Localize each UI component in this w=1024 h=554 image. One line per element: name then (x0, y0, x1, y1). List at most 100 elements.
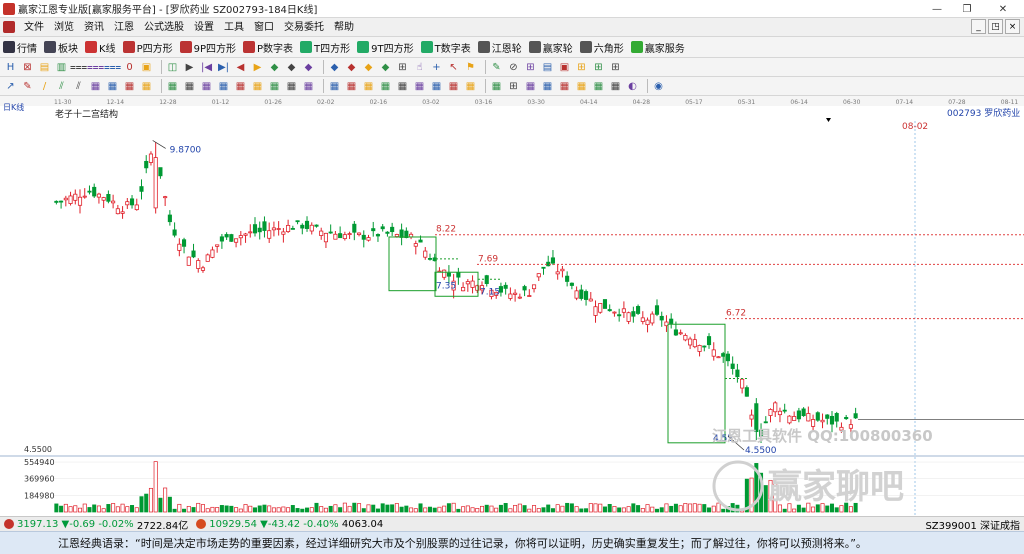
tool-icon[interactable]: ▦ (328, 80, 341, 93)
kline-chart[interactable]: 11-30 12-14 12-28 01-12 01-26 02-02 02-16 03-02… (0, 96, 1024, 516)
tool-icon[interactable]: ▦ (464, 80, 477, 93)
menu-settings[interactable]: 设置 (189, 18, 219, 37)
tool-icon[interactable]: ⊠ (21, 61, 34, 74)
minimize-button[interactable]: — (922, 0, 952, 18)
tool-icon[interactable]: ⊞ (524, 61, 537, 74)
tool-icon[interactable]: ◆ (268, 61, 281, 74)
tool-icon[interactable]: ◆ (379, 61, 392, 74)
tool-icon[interactable]: ◉ (652, 80, 665, 93)
tool-icon[interactable]: ⊞ (592, 61, 605, 74)
tool-icon[interactable]: ↗ (4, 80, 17, 93)
tool-icon[interactable]: ◆ (302, 61, 315, 74)
tool-icon[interactable]: ↖ (447, 61, 460, 74)
close-button[interactable]: ✕ (982, 0, 1024, 18)
tool-icon[interactable]: ◆ (345, 61, 358, 74)
tool-icon[interactable]: ☝ (413, 61, 426, 74)
tool-icon[interactable]: 0 (123, 61, 136, 74)
menu-help[interactable]: 帮助 (329, 18, 359, 37)
tool-icon[interactable]: ▦ (285, 80, 298, 93)
tool-icon[interactable]: ⊞ (609, 61, 622, 74)
tool-icon[interactable]: ⊞ (575, 61, 588, 74)
mdi-close-button[interactable]: × (1005, 19, 1020, 34)
tool-icon[interactable]: ▣ (558, 61, 571, 74)
toolbar-item-3[interactable]: P四方形 (122, 40, 173, 55)
tool-icon[interactable]: ✎ (490, 61, 503, 74)
tool-icon[interactable]: ⚑ (464, 61, 477, 74)
tool-icon[interactable]: ◫ (166, 61, 179, 74)
tool-icon[interactable]: ▦ (609, 80, 622, 93)
tool-icon[interactable]: ▦ (558, 80, 571, 93)
tool-icon[interactable]: ▦ (166, 80, 179, 93)
tool-icon[interactable]: H (4, 61, 17, 74)
menu-trade[interactable]: 交易委托 (279, 18, 329, 37)
tool-icon[interactable]: ▦ (217, 80, 230, 93)
toolbar-item-2[interactable]: K线 (85, 40, 116, 55)
tool-icon[interactable]: ⊘ (507, 61, 520, 74)
tool-icon[interactable]: ◆ (328, 61, 341, 74)
tool-icon[interactable]: ▤ (38, 61, 51, 74)
tool-icon[interactable]: ▦ (183, 80, 196, 93)
tool-icon[interactable]: ▦ (123, 80, 136, 93)
tool-icon[interactable]: ⩶ (87, 61, 104, 74)
toolbar-item-6[interactable]: T四方形 (300, 40, 350, 55)
tool-icon[interactable]: ▦ (592, 80, 605, 93)
tool-icon[interactable]: ⩶ (70, 61, 87, 74)
mdi-minimize-button[interactable]: _ (971, 19, 986, 34)
tool-icon[interactable]: ▦ (362, 80, 375, 93)
menu-window[interactable]: 窗口 (249, 18, 279, 37)
sh-index-group[interactable]: 3197.13 ▼-0.69 -0.02% 2722.84亿 (0, 517, 192, 532)
tool-icon[interactable]: ▦ (106, 80, 119, 93)
tool-icon[interactable]: ▦ (413, 80, 426, 93)
mdi-restore-button[interactable]: ◳ (988, 19, 1003, 34)
tool-icon[interactable]: ▤ (541, 61, 554, 74)
tool-icon[interactable]: |◀ (200, 61, 213, 74)
tool-icon[interactable]: ▦ (302, 80, 315, 93)
toolbar-item-0[interactable]: 行情 (3, 40, 37, 55)
tool-icon[interactable]: ◀ (234, 61, 247, 74)
tool-icon[interactable]: ⊞ (396, 61, 409, 74)
tool-icon[interactable]: ▶ (183, 61, 196, 74)
toolbar-item-1[interactable]: 板块 (44, 40, 78, 55)
tool-icon[interactable]: ▦ (541, 80, 554, 93)
tool-icon[interactable]: ⫽ (55, 80, 68, 93)
tool-icon[interactable]: ✎ (21, 80, 34, 93)
toolbar-item-5[interactable]: P数字表 (243, 40, 293, 55)
status-right-label[interactable]: SZ399001 深证成指 (925, 517, 1020, 532)
tool-icon[interactable]: ▦ (379, 80, 392, 93)
menu-tools[interactable]: 工具 (219, 18, 249, 37)
tool-icon[interactable]: ▦ (345, 80, 358, 93)
menu-news[interactable]: 资讯 (79, 18, 109, 37)
tool-icon[interactable]: ⊞ (507, 80, 520, 93)
toolbar-item-11[interactable]: 六角形 (579, 40, 624, 55)
toolbar-item-8[interactable]: T数字表 (420, 40, 471, 55)
tool-icon[interactable]: ▶ (251, 61, 264, 74)
tool-icon[interactable]: ▶| (217, 61, 230, 74)
tool-icon[interactable]: ▦ (490, 80, 503, 93)
tool-icon[interactable]: ▦ (89, 80, 102, 93)
toolbar-item-4[interactable]: 9P四方形 (179, 40, 236, 55)
menu-formula-screen[interactable]: 公式选股 (139, 18, 189, 37)
tool-icon[interactable]: ⩶ (104, 61, 121, 74)
menu-gann[interactable]: 江恩 (109, 18, 139, 37)
tool-icon[interactable]: ⫽ (72, 80, 85, 93)
tool-icon[interactable]: ▦ (200, 80, 213, 93)
tool-icon[interactable]: ▦ (234, 80, 247, 93)
toolbar-item-10[interactable]: 赢家轮 (528, 40, 573, 55)
tool-icon[interactable]: ▦ (524, 80, 537, 93)
tool-icon[interactable]: ▦ (447, 80, 460, 93)
tool-icon[interactable]: ▦ (268, 80, 281, 93)
tool-icon[interactable]: ◐ (626, 80, 639, 93)
toolbar-item-12[interactable]: 赢家服务 (630, 40, 685, 55)
tool-icon[interactable]: + (430, 61, 443, 74)
toolbar-item-7[interactable]: 9T四方形 (357, 40, 414, 55)
tool-icon[interactable]: ▥ (55, 61, 68, 74)
tool-icon[interactable]: ▦ (396, 80, 409, 93)
tool-icon[interactable]: ▦ (140, 80, 153, 93)
toolbar-item-9[interactable]: 江恩轮 (477, 40, 522, 55)
tool-icon[interactable]: ▦ (430, 80, 443, 93)
tool-icon[interactable]: ▦ (251, 80, 264, 93)
tool-icon[interactable]: ▣ (140, 61, 153, 74)
menu-file[interactable]: 文件 (19, 18, 49, 37)
menu-browse[interactable]: 浏览 (49, 18, 79, 37)
tool-icon[interactable]: ◆ (362, 61, 375, 74)
